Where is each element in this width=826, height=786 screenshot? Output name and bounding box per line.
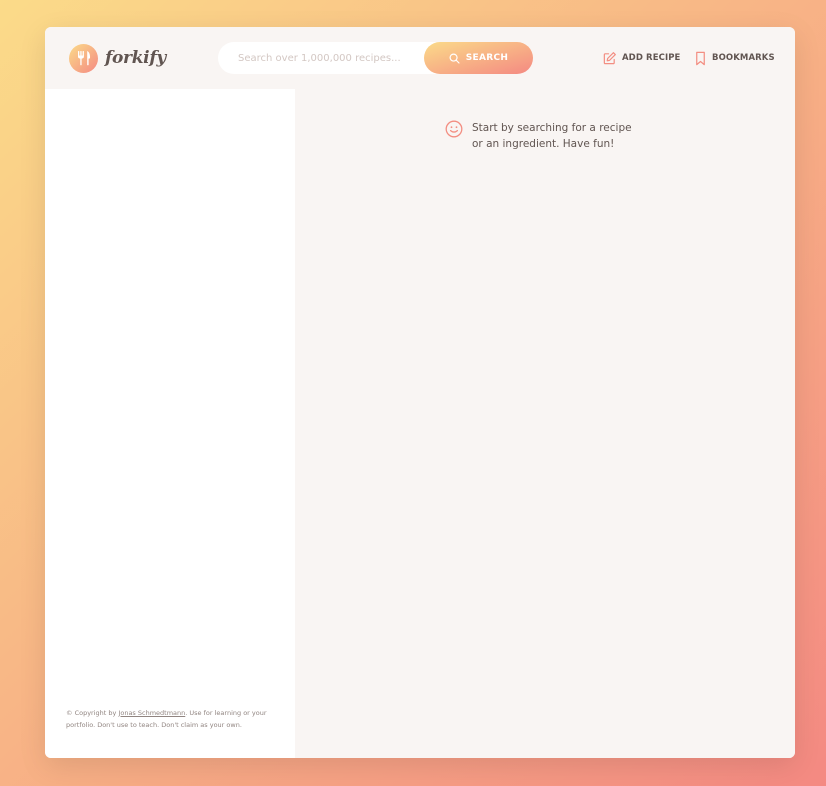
logo-text: forkify — [105, 48, 166, 68]
copyright-notice: © Copyright by Jonas Schmedtmann. Use fo… — [66, 707, 281, 731]
add-recipe-label: ADD RECIPE — [622, 53, 681, 63]
search-input[interactable] — [236, 51, 425, 65]
edit-icon — [602, 51, 617, 66]
fork-knife-icon — [69, 43, 98, 73]
copyright-prefix: © Copyright by — [66, 708, 119, 717]
author-link[interactable]: Jonas Schmedtmann — [118, 709, 185, 717]
add-recipe-button[interactable]: ADD RECIPE — [602, 49, 680, 67]
logo[interactable]: forkify — [69, 43, 166, 73]
search-results-sidebar: © Copyright by Jonas Schmedtmann. Use fo… — [45, 89, 295, 758]
welcome-message: Start by searching for a recipe or an in… — [445, 120, 645, 152]
smile-icon — [445, 120, 463, 138]
search-icon — [449, 53, 460, 64]
header: forkify SEARCH ADD RECI — [45, 27, 795, 89]
message-text: Start by searching for a recipe or an in… — [472, 122, 632, 150]
search-button[interactable]: SEARCH — [424, 42, 533, 74]
bookmark-icon — [694, 51, 707, 66]
app-container: forkify SEARCH ADD RECI — [45, 27, 795, 758]
bookmarks-label: BOOKMARKS — [712, 53, 775, 63]
search-form: SEARCH — [218, 42, 533, 74]
bookmarks-button[interactable]: BOOKMARKS — [694, 49, 775, 67]
search-button-label: SEARCH — [465, 53, 509, 63]
recipe-panel: Start by searching for a recipe or an in… — [295, 89, 795, 758]
